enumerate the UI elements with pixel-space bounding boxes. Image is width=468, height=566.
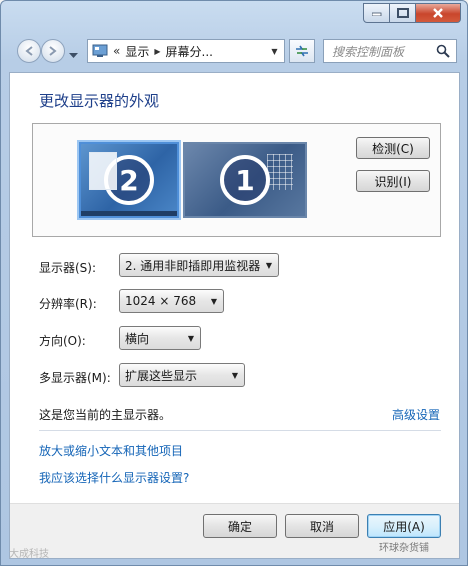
chevron-down-icon: ▼ xyxy=(265,261,272,270)
mini-window-graphic xyxy=(89,152,117,190)
resolution-label: 分辨率(R): xyxy=(39,297,97,311)
breadcrumb-item[interactable]: 屏幕分... xyxy=(166,43,213,60)
search-input[interactable]: 搜索控制面板 xyxy=(323,39,457,63)
primary-display-note: 这是您当前的主显示器。 xyxy=(39,408,172,422)
chevron-down-icon: ▼ xyxy=(231,371,238,380)
back-arrow-icon xyxy=(25,46,33,56)
chevron-down-icon: ▼ xyxy=(187,334,194,343)
close-button[interactable] xyxy=(416,3,461,23)
page-title: 更改显示器的外观 xyxy=(39,92,160,110)
orientation-select[interactable]: 横向 ▼ xyxy=(119,326,201,350)
monitor-2-thumbnail[interactable]: 2 xyxy=(79,142,179,218)
multi-display-select[interactable]: 扩展这些显示 ▼ xyxy=(119,363,245,387)
resolution-select[interactable]: 1024 × 768 ▼ xyxy=(119,289,224,313)
control-panel-icon xyxy=(92,44,108,57)
ok-button[interactable]: 确定 xyxy=(203,514,277,538)
divider xyxy=(39,430,441,431)
minimize-button[interactable] xyxy=(363,3,390,23)
chevron-down-icon: ▼ xyxy=(210,297,217,306)
monitor-arrangement-area[interactable]: 2 1 检测(C) 识别(I) xyxy=(32,123,441,237)
resolution-select-value: 1024 × 768 xyxy=(125,294,197,308)
breadcrumb-overflow-icon[interactable]: « xyxy=(113,44,120,58)
search-icon xyxy=(436,44,450,58)
mini-taskbar-graphic xyxy=(81,211,177,216)
refresh-icon xyxy=(296,45,308,57)
content-pane: 更改显示器的外观 2 1 检测(C) 识别(I) 显示器(S): 2. 通用非即… xyxy=(9,72,460,559)
search-placeholder: 搜索控制面板 xyxy=(332,44,405,59)
advanced-settings-link[interactable]: 高级设置 xyxy=(392,406,440,423)
minimize-icon xyxy=(371,12,381,16)
apply-button[interactable]: 应用(A) xyxy=(367,514,441,538)
back-button[interactable] xyxy=(17,39,41,63)
mini-grid-graphic xyxy=(267,154,293,190)
close-icon xyxy=(433,8,443,18)
watermark-right: 环球杂货铺 xyxy=(379,543,429,554)
multi-display-select-value: 扩展这些显示 xyxy=(125,368,198,383)
address-bar[interactable]: « 显示 ▶ 屏幕分... xyxy=(87,39,285,63)
address-dropdown-button[interactable]: ▼ xyxy=(265,40,284,62)
display-settings-help-link[interactable]: 我应该选择什么显示器设置? xyxy=(39,469,189,486)
recent-pages-dropdown[interactable] xyxy=(69,48,78,62)
maximize-button[interactable] xyxy=(390,3,416,23)
breadcrumb-item[interactable]: 显示 xyxy=(125,43,149,60)
identify-button[interactable]: 识别(I) xyxy=(356,170,430,192)
chevron-down-icon: ▼ xyxy=(271,46,278,56)
refresh-button[interactable] xyxy=(289,39,315,63)
orientation-select-value: 横向 xyxy=(125,331,150,346)
multi-display-label: 多显示器(M): xyxy=(39,371,111,385)
caption-buttons xyxy=(363,3,461,23)
display-select[interactable]: 2. 通用非即插即用监视器 ▼ xyxy=(119,253,279,277)
forward-arrow-icon xyxy=(49,46,57,56)
detect-button[interactable]: 检测(C) xyxy=(356,137,430,159)
cancel-button[interactable]: 取消 xyxy=(285,514,359,538)
display-select-value: 2. 通用非即插即用监视器 xyxy=(125,258,261,273)
orientation-label: 方向(O): xyxy=(39,334,86,348)
display-label: 显示器(S): xyxy=(39,261,97,275)
control-panel-window: « 显示 ▶ 屏幕分... ▼ 搜索控制面板 更改显示器的外观 2 1 检测(C… xyxy=(0,0,468,566)
watermark-left: 大成科技 xyxy=(9,549,49,560)
forward-button[interactable] xyxy=(41,39,65,63)
navigation-bar: « 显示 ▶ 屏幕分... ▼ 搜索控制面板 xyxy=(11,37,461,65)
text-size-link[interactable]: 放大或缩小文本和其他项目 xyxy=(39,442,183,459)
monitor-number-badge: 1 xyxy=(220,155,270,205)
maximize-icon xyxy=(396,8,409,18)
chevron-down-icon xyxy=(69,53,78,58)
monitor-1-thumbnail[interactable]: 1 xyxy=(183,142,307,218)
breadcrumb-separator-icon[interactable]: ▶ xyxy=(154,47,160,56)
